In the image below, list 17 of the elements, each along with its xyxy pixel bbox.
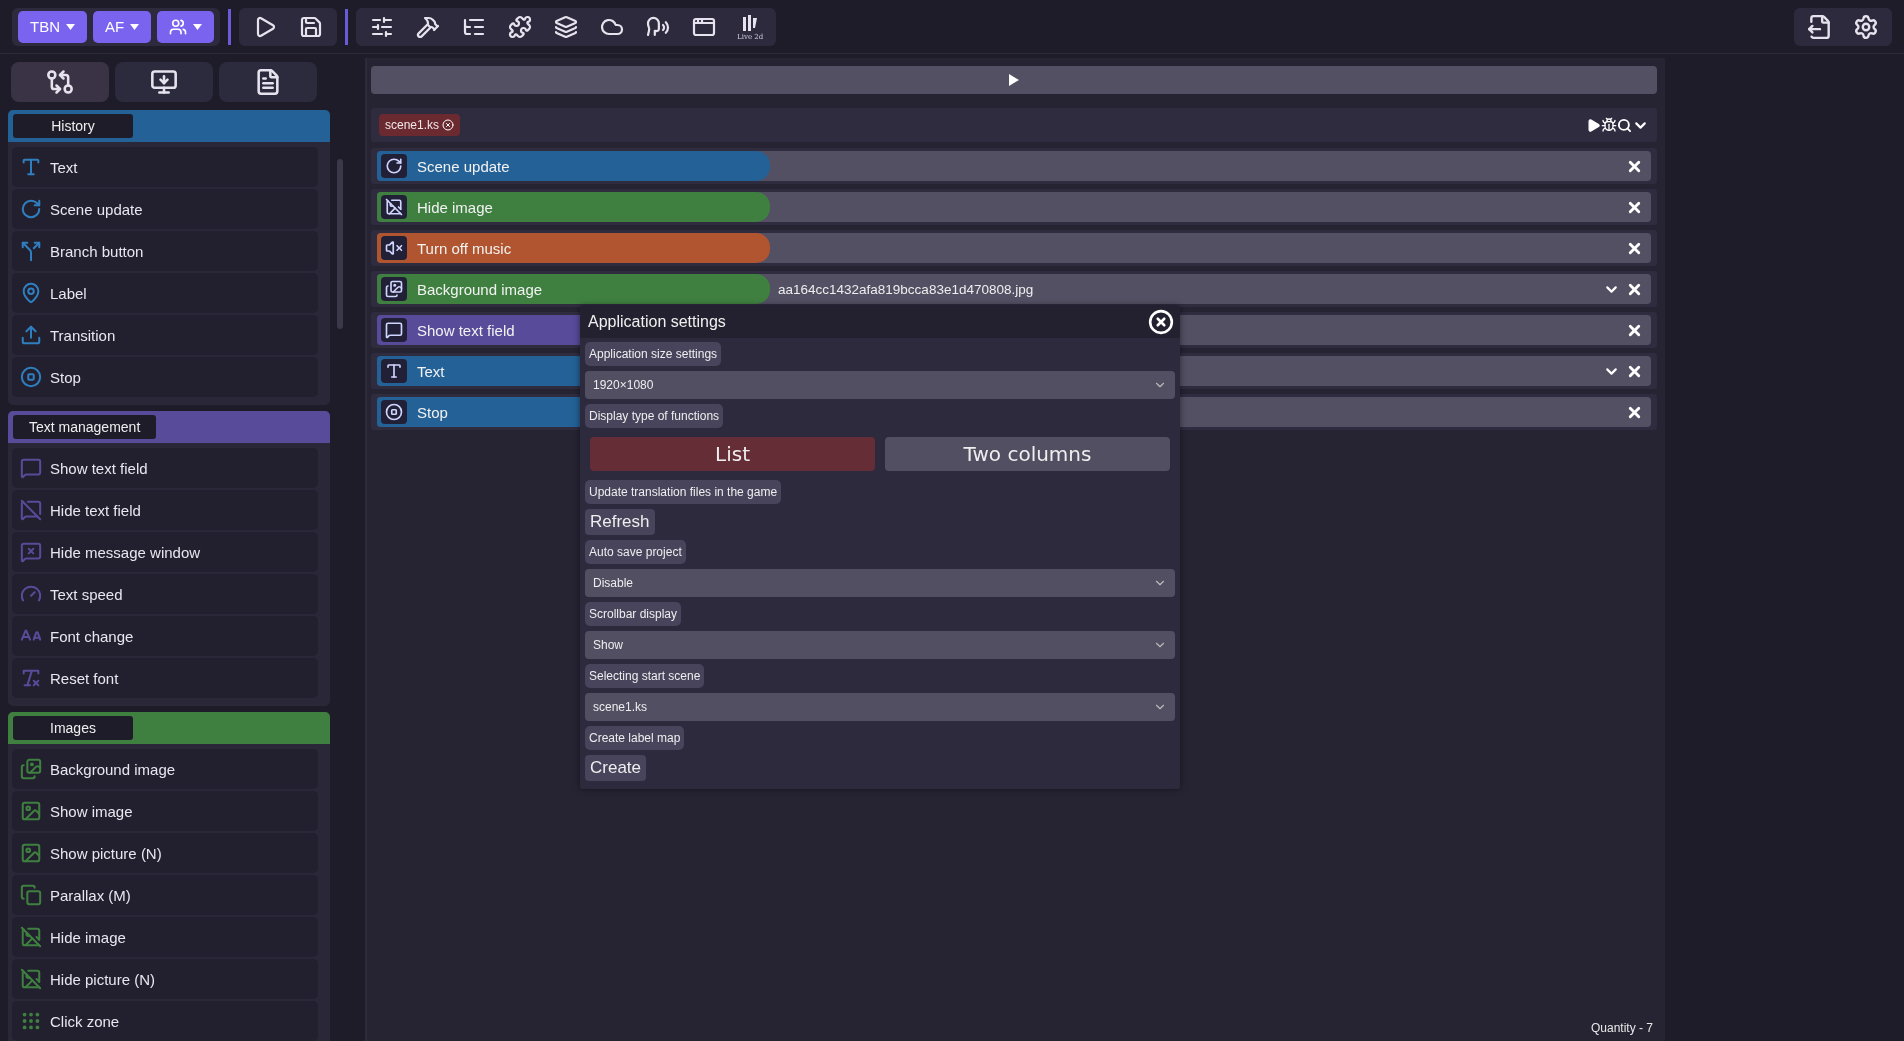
category-title: History — [13, 114, 133, 138]
setting-label: Display type of functions — [585, 404, 724, 428]
setting-label: Scrollbar display — [585, 602, 682, 626]
dialog-title: Application settings — [588, 313, 726, 331]
setting-label: Application size settings — [585, 342, 722, 366]
command-label: Turn off music — [377, 233, 770, 263]
command-label: Background image — [377, 274, 770, 304]
command-label: Hide image — [377, 192, 770, 222]
command-value: aa164cc1432afa819bcca83e1d470808.jpg — [778, 281, 1035, 297]
category-title: Text management — [13, 415, 157, 439]
setting-label: Update translation files in the game — [585, 480, 782, 504]
category-title: Images — [13, 716, 133, 740]
setting-label: Selecting start scene — [585, 664, 705, 688]
command-label: Scene update — [377, 151, 770, 181]
quantity-label: Quantity - 7 — [1590, 1021, 1653, 1035]
setting-label: Auto save project — [585, 540, 686, 564]
setting-label: Create label map — [585, 726, 685, 750]
